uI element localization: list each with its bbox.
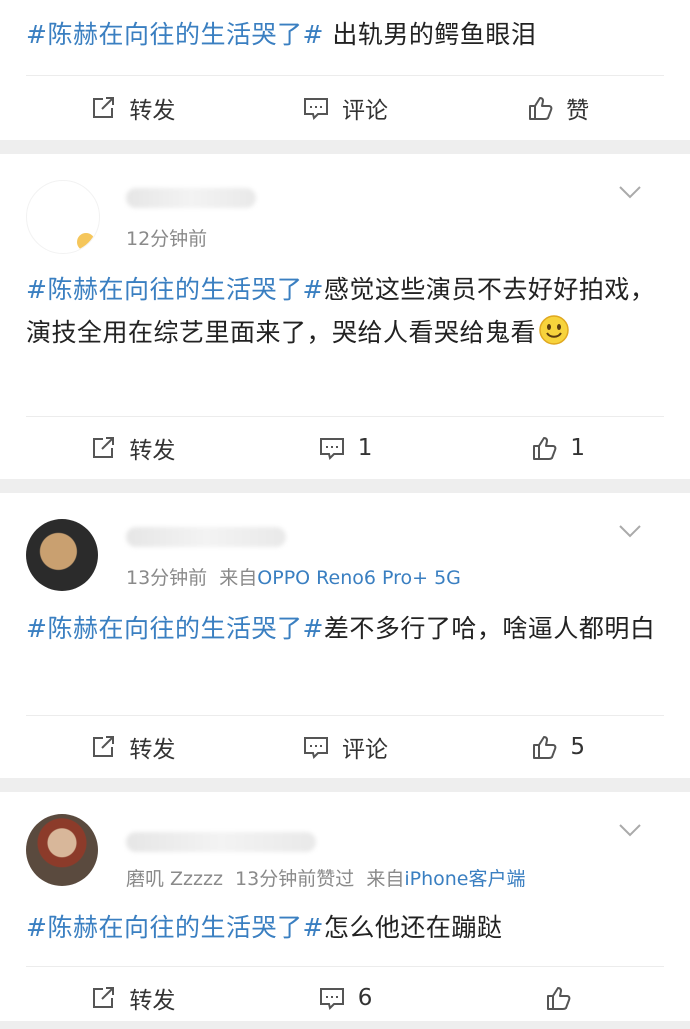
post-time: 13分钟前	[126, 567, 208, 589]
avatar[interactable]	[26, 180, 100, 254]
post-body: 怎么他还在蹦跶	[323, 913, 503, 942]
like-icon	[533, 736, 557, 759]
avatar[interactable]	[26, 814, 98, 886]
post-text: #陈赫在向往的生活哭了#差不多行了哈，啥逼人都明白	[26, 607, 664, 650]
like-button[interactable]: 1	[451, 434, 664, 462]
comment-button[interactable]: 评论	[239, 91, 452, 125]
username-blurred[interactable]	[126, 188, 256, 208]
repost-button[interactable]: 转发	[26, 431, 239, 465]
separator	[0, 140, 690, 154]
post-card: 13分钟前 来自OPPO Reno6 Pro+ 5G #陈赫在向往的生活哭了#差…	[0, 493, 690, 778]
source-link[interactable]: iPhone客户端	[404, 868, 525, 890]
repost-button[interactable]: 转发	[26, 91, 239, 125]
action-bar: 转发 评论 赞	[26, 75, 664, 140]
comment-label: 评论	[342, 737, 388, 763]
repost-icon	[93, 987, 115, 1008]
hashtag-link[interactable]: #陈赫在向往的生活哭了#	[26, 614, 324, 643]
hashtag-link[interactable]: #陈赫在向往的生活哭了#	[26, 913, 324, 942]
post-time: 12分钟前	[126, 228, 208, 250]
post-text: #陈赫在向往的生活哭了# 出轨男的鳄鱼眼泪	[26, 13, 536, 56]
repost-label: 转发	[129, 737, 176, 763]
post-body: 出轨男的鳄鱼眼泪	[323, 20, 537, 49]
chevron-down-icon[interactable]	[618, 822, 642, 838]
post-header: 13分钟前 来自OPPO Reno6 Pro+ 5G	[26, 493, 664, 591]
avatar[interactable]	[26, 519, 98, 591]
post-text: #陈赫在向往的生活哭了#感觉这些演员不去好好拍戏，演技全用在综艺里面来了，哭给人…	[26, 268, 664, 354]
action-bar: 转发 评论 5	[26, 715, 664, 778]
post-time: 13分钟前赞过	[235, 868, 355, 890]
post-body: 差不多行了哈，啥逼人都明白	[323, 614, 656, 643]
repost-label: 转发	[129, 98, 176, 124]
like-label: 赞	[566, 98, 590, 124]
comment-button[interactable]: 6	[239, 984, 452, 1012]
comment-button[interactable]: 评论	[239, 730, 452, 764]
like-count: 5	[570, 734, 585, 760]
like-count: 1	[570, 435, 585, 461]
comment-count: 6	[357, 985, 373, 1011]
like-icon	[546, 987, 571, 1010]
like-icon	[529, 97, 553, 120]
post-text: #陈赫在向往的生活哭了#怎么他还在蹦跶	[26, 906, 664, 949]
repost-icon	[93, 736, 115, 757]
action-bar: 转发 1 1	[26, 416, 664, 479]
post-header: 磨叽 Zzzzz 13分钟前赞过 来自iPhone客户端	[26, 792, 664, 891]
comment-icon	[319, 988, 344, 1010]
post-meta: 磨叽 Zzzzz 13分钟前赞过 来自iPhone客户端	[126, 864, 525, 891]
smile-emoji	[539, 315, 569, 345]
source-link[interactable]: OPPO Reno6 Pro+ 5G	[257, 567, 461, 589]
hashtag-link[interactable]: #陈赫在向往的生活哭了#	[26, 20, 324, 49]
hashtag-link[interactable]: #陈赫在向往的生活哭了#	[26, 275, 324, 304]
repost-button[interactable]: 转发	[26, 730, 239, 764]
comment-icon	[304, 737, 328, 759]
comment-button[interactable]: 1	[239, 434, 452, 462]
like-icon	[533, 437, 557, 460]
comment-icon	[304, 98, 328, 120]
chevron-down-icon[interactable]	[618, 523, 642, 539]
comment-label: 评论	[342, 98, 388, 124]
separator	[0, 479, 690, 493]
separator	[0, 778, 690, 792]
source-prefix: 来自	[366, 868, 405, 890]
username-blurred[interactable]	[126, 832, 316, 852]
action-bar: 转发 6	[26, 966, 664, 1029]
like-button[interactable]: 5	[451, 733, 664, 761]
source-prefix: 来自	[219, 567, 258, 589]
post-meta: 13分钟前 来自OPPO Reno6 Pro+ 5G	[126, 563, 461, 590]
username-blurred[interactable]	[126, 527, 286, 547]
post-card: #陈赫在向往的生活哭了# 出轨男的鳄鱼眼泪 转发 评论 赞	[0, 0, 690, 140]
repost-icon	[93, 97, 115, 118]
like-button[interactable]	[451, 984, 664, 1012]
comment-icon	[319, 438, 344, 460]
repost-label: 转发	[129, 438, 176, 464]
repost-button[interactable]: 转发	[26, 981, 239, 1015]
post-card: 磨叽 Zzzzz 13分钟前赞过 来自iPhone客户端 #陈赫在向往的生活哭了…	[0, 792, 690, 1021]
like-button[interactable]: 赞	[451, 91, 664, 125]
post-header: 12分钟前	[26, 154, 664, 254]
repost-icon	[93, 437, 115, 458]
repost-label: 转发	[129, 988, 176, 1014]
chevron-down-icon[interactable]	[618, 184, 642, 200]
comment-count: 1	[357, 435, 373, 461]
liked-by[interactable]: 磨叽 Zzzzz	[126, 868, 223, 890]
post-card: 12分钟前 #陈赫在向往的生活哭了#感觉这些演员不去好好拍戏，演技全用在综艺里面…	[0, 154, 690, 479]
